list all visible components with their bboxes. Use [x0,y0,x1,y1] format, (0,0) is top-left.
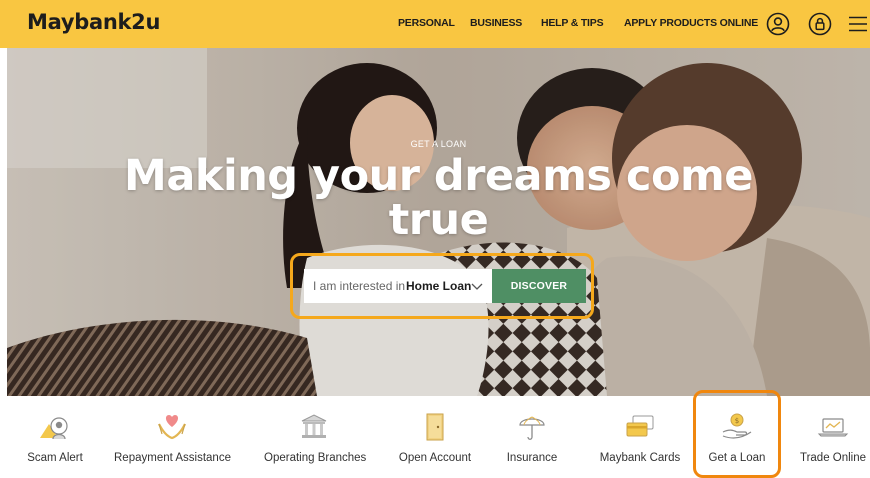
quick-link-label: Operating Branches [264,452,367,464]
chevron-down-icon [471,283,483,290]
get-a-loan-highlight [693,390,781,478]
bank-building-icon [301,414,327,438]
laptop-icon [817,418,849,437]
loan-type-select[interactable]: I am interested in Home Loan [304,269,492,303]
quick-link-label: Scam Alert [27,452,83,464]
hero-eyebrow: GET A LOAN [410,139,467,149]
heart-hands-icon [158,415,186,440]
nav-apply-products-online[interactable]: APPLY PRODUCTS ONLINE [624,17,758,29]
cards-icon [626,415,654,437]
nav-help-tips[interactable]: HELP & TIPS [541,17,604,29]
quick-link-insurance[interactable]: Insurance [492,412,572,472]
discover-button[interactable]: DISCOVER [492,269,586,303]
quick-link-operating-branches[interactable]: Operating Branches [264,412,367,472]
quick-link-trade-online[interactable]: Trade Online [796,412,870,472]
nav-personal[interactable]: PERSONAL [398,17,455,29]
quick-link-label: Insurance [506,452,558,464]
quick-link-scam-alert[interactable]: Scam Alert [17,412,93,472]
menu-icon[interactable] [846,12,870,36]
nav-business[interactable]: BUSINESS [470,17,522,29]
user-icon[interactable] [766,12,790,36]
main-nav: PERSONAL BUSINESS HELP & TIPS APPLY PROD… [0,17,870,33]
quick-link-label: Open Account [398,452,472,464]
picker-value: Home Loan [406,279,472,293]
hero-banner: GET A LOAN Making your dreams come true [7,48,870,396]
picker-prefix: I am interested in [313,279,406,293]
hero-headline: Making your dreams come true [7,154,870,242]
headline-line-2: true [388,195,489,245]
quick-link-repayment-assistance[interactable]: Repayment Assistance [114,412,231,472]
quick-link-label: Repayment Assistance [114,452,231,464]
door-icon [426,413,444,441]
headline-line-1: Making your dreams come [124,151,753,201]
quick-link-label: Maybank Cards [599,452,681,464]
top-header: Maybank2u PERSONAL BUSINESS HELP & TIPS … [0,0,870,48]
quick-link-maybank-cards[interactable]: Maybank Cards [592,412,688,472]
scam-alert-icon [40,417,68,440]
umbrella-icon [519,416,545,440]
quick-link-open-account[interactable]: Open Account [393,412,477,472]
quick-link-label: Trade Online [799,452,867,464]
lock-icon[interactable] [808,12,832,36]
